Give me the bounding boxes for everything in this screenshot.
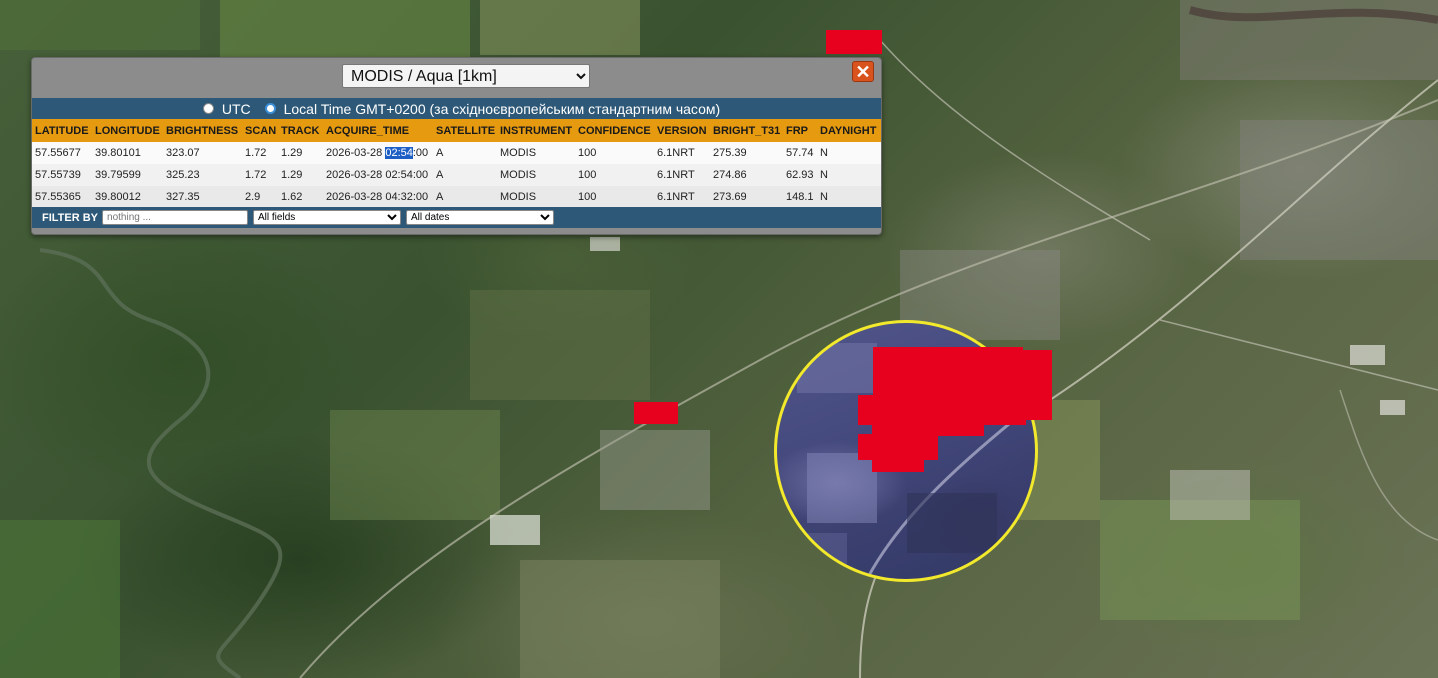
- column-header[interactable]: INSTRUMENT: [497, 119, 575, 142]
- acquire-seconds-text: :00: [412, 147, 429, 159]
- selected-text: 02:54: [385, 147, 413, 159]
- column-header[interactable]: VERSION: [654, 119, 710, 142]
- frp-cell: 57.74: [783, 142, 817, 164]
- data-source-select[interactable]: MODIS / Aqua [1km]: [342, 64, 590, 88]
- latitude-cell: 57.55677: [32, 142, 92, 164]
- instrument-cell: MODIS: [497, 142, 575, 164]
- scan-cell: 2.9: [242, 186, 278, 208]
- column-header[interactable]: CONFIDENCE: [575, 119, 654, 142]
- brightness-cell: 323.07: [163, 142, 242, 164]
- filter-input[interactable]: [102, 210, 249, 225]
- daynight-cell: N: [817, 142, 881, 164]
- column-header[interactable]: ACQUIRE_TIME: [323, 119, 433, 142]
- satellite-cell: A: [433, 142, 497, 164]
- column-header[interactable]: DAYNIGHT: [817, 119, 881, 142]
- confidence-cell: 100: [575, 142, 654, 164]
- table-row[interactable]: 57.55677 39.80101 323.07 1.72 1.29 2026-…: [32, 142, 881, 164]
- bright-t31-cell: 274.86: [710, 164, 783, 186]
- utc-label: UTC: [221, 100, 251, 117]
- column-header[interactable]: BRIGHT_T31: [710, 119, 783, 142]
- local-time-label: Local Time GMT+0200 (за східноєвропейськ…: [283, 100, 721, 117]
- longitude-cell: 39.80012: [92, 186, 163, 208]
- daynight-cell: N: [817, 186, 881, 208]
- acquire-date-text: 2026-03-28: [326, 147, 386, 159]
- version-cell: 6.1NRT: [654, 142, 710, 164]
- column-header[interactable]: TRACK: [278, 119, 323, 142]
- latitude-cell: 57.55365: [32, 186, 92, 208]
- confidence-cell: 100: [575, 186, 654, 208]
- fire-hotspot[interactable]: [872, 458, 924, 472]
- column-header[interactable]: SATELLITE: [433, 119, 497, 142]
- time-mode-bar: UTC Local Time GMT+0200 (за східноєвропе…: [32, 98, 881, 119]
- satellite-cell: A: [433, 164, 497, 186]
- utc-radio[interactable]: [202, 103, 214, 114]
- frp-cell: 62.93: [783, 164, 817, 186]
- scan-cell: 1.72: [242, 142, 278, 164]
- fire-info-popup: MODIS / Aqua [1km] ✕ UTC Local Time GMT+…: [31, 57, 882, 235]
- longitude-cell: 39.79599: [92, 164, 163, 186]
- brightness-cell: 325.23: [163, 164, 242, 186]
- instrument-cell: MODIS: [497, 186, 575, 208]
- version-cell: 6.1NRT: [654, 164, 710, 186]
- bright-t31-cell: 275.39: [710, 142, 783, 164]
- table-row[interactable]: 57.55365 39.80012 327.35 2.9 1.62 2026-0…: [32, 186, 881, 208]
- table-row[interactable]: 57.55739 39.79599 325.23 1.72 1.29 2026-…: [32, 164, 881, 186]
- local-time-radio[interactable]: [264, 103, 276, 114]
- column-header[interactable]: LATITUDE: [32, 119, 92, 142]
- filter-bar: FILTER BY All fields All dates: [32, 207, 881, 228]
- confidence-cell: 100: [575, 164, 654, 186]
- acquire-time-cell: 2026-03-28 04:32:00: [323, 186, 433, 208]
- longitude-cell: 39.80101: [92, 142, 163, 164]
- satellite-cell: A: [433, 186, 497, 208]
- track-cell: 1.62: [278, 186, 323, 208]
- version-cell: 6.1NRT: [654, 186, 710, 208]
- fire-hotspot[interactable]: [858, 434, 938, 460]
- fire-data-table: LATITUDE LONGITUDE BRIGHTNESS SCAN TRACK…: [32, 119, 881, 208]
- track-cell: 1.29: [278, 142, 323, 164]
- instrument-cell: MODIS: [497, 164, 575, 186]
- scan-cell: 1.72: [242, 164, 278, 186]
- filter-field-select[interactable]: All fields: [253, 210, 402, 225]
- close-icon: ✕: [855, 62, 871, 82]
- fire-hotspot[interactable]: [634, 402, 678, 424]
- brightness-cell: 327.35: [163, 186, 242, 208]
- acquire-time-cell: 2026-03-28 02:54:00: [323, 164, 433, 186]
- column-header[interactable]: SCAN: [242, 119, 278, 142]
- daynight-cell: N: [817, 164, 881, 186]
- table-header-row: LATITUDE LONGITUDE BRIGHTNESS SCAN TRACK…: [32, 119, 881, 142]
- track-cell: 1.29: [278, 164, 323, 186]
- frp-cell: 148.1: [783, 186, 817, 208]
- fire-hotspot[interactable]: [826, 30, 882, 54]
- column-header[interactable]: BRIGHTNESS: [163, 119, 242, 142]
- latitude-cell: 57.55739: [32, 164, 92, 186]
- acquire-time-cell: 2026-03-28 02:54:00: [323, 142, 433, 164]
- filter-date-select[interactable]: All dates: [406, 210, 555, 225]
- close-button[interactable]: ✕: [852, 61, 874, 82]
- filter-label: FILTER BY: [42, 211, 99, 224]
- bright-t31-cell: 273.69: [710, 186, 783, 208]
- column-header[interactable]: FRP: [783, 119, 817, 142]
- column-header[interactable]: LONGITUDE: [92, 119, 163, 142]
- fire-hotspot[interactable]: [858, 395, 1026, 425]
